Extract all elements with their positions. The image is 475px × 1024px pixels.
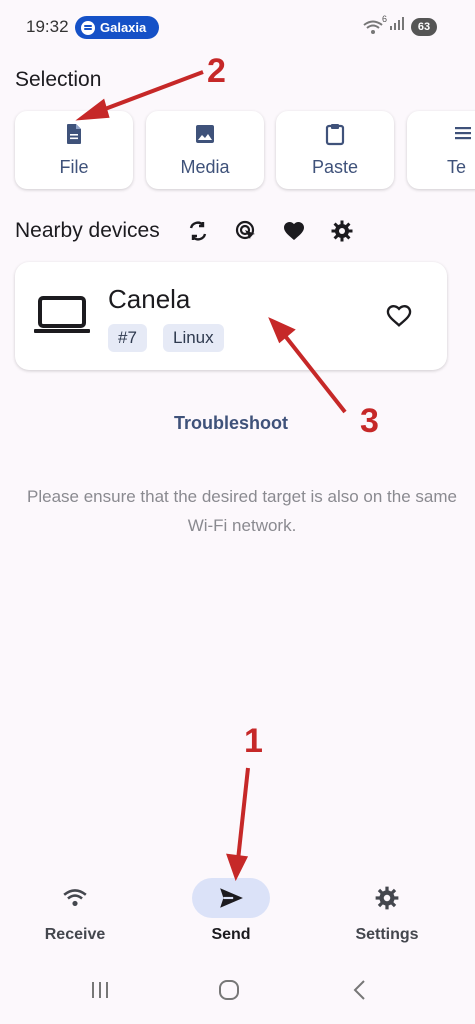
wifi-status-icon: 6 (363, 14, 387, 35)
system-navigation (0, 965, 475, 1013)
nearby-header: Nearby devices (15, 216, 366, 246)
status-bar: 19:32 Galaxia 6 63 (0, 0, 475, 56)
arrow-to-file (96, 70, 204, 114)
settings-icon[interactable] (318, 216, 366, 246)
text-button[interactable]: Te (407, 111, 475, 189)
status-time: 19:32 (26, 17, 69, 36)
nav-receive-label: Receive (44, 926, 106, 943)
network-hint: Please ensure that the desired target is… (27, 487, 457, 535)
file-label: File (59, 157, 89, 177)
cursor-target-icon[interactable] (222, 216, 270, 246)
spotify-label: Galaxia (100, 20, 147, 35)
nav-receive[interactable]: Receive (15, 878, 135, 944)
nearby-title: Nearby devices (15, 219, 160, 242)
paste-label: Paste (311, 157, 359, 177)
clipboard-icon (323, 122, 347, 151)
refresh-icon[interactable] (174, 216, 222, 246)
nav-settings-label: Settings (355, 926, 419, 943)
spotify-icon (81, 20, 95, 35)
nav-send[interactable]: Send (171, 878, 291, 944)
paste-button[interactable]: Paste (276, 111, 394, 189)
selection-title: Selection (15, 68, 102, 91)
gear-icon (348, 878, 426, 918)
arrow-to-send (236, 767, 250, 861)
text-icon (447, 122, 471, 151)
media-button[interactable]: Media (146, 111, 264, 189)
spotify-pill[interactable]: Galaxia (75, 16, 159, 39)
annotation-2: 2 (207, 52, 226, 90)
favorite-heart-icon[interactable] (385, 302, 413, 330)
nav-settings[interactable]: Settings (327, 878, 447, 944)
image-icon (193, 122, 217, 151)
signal-icon (389, 17, 405, 36)
annotation-3: 3 (360, 402, 379, 440)
heart-icon[interactable] (270, 216, 318, 246)
file-icon (62, 122, 86, 151)
media-label: Media (180, 157, 230, 177)
battery-indicator: 63 (411, 17, 437, 36)
home-icon[interactable] (214, 975, 244, 1005)
troubleshoot-link[interactable]: Troubleshoot (0, 413, 462, 434)
wifi-badge: 6 (381, 13, 387, 24)
wifi-icon (36, 878, 114, 918)
laptop-icon (33, 292, 91, 336)
recent-apps-icon[interactable] (85, 975, 115, 1005)
nav-send-label: Send (211, 926, 251, 943)
back-icon[interactable] (345, 975, 375, 1005)
status-icons: 6 63 (363, 14, 437, 36)
device-tag-os: Linux (163, 324, 224, 352)
device-name: Canela (108, 284, 191, 314)
file-button[interactable]: File (15, 111, 133, 189)
bottom-navigation: Receive Send Settings (0, 870, 475, 960)
annotation-1: 1 (244, 722, 263, 760)
text-label: Te (447, 157, 467, 177)
send-icon (192, 878, 270, 918)
device-card[interactable]: Canela #7 Linux (15, 262, 447, 370)
device-tag-id: #7 (108, 324, 147, 352)
